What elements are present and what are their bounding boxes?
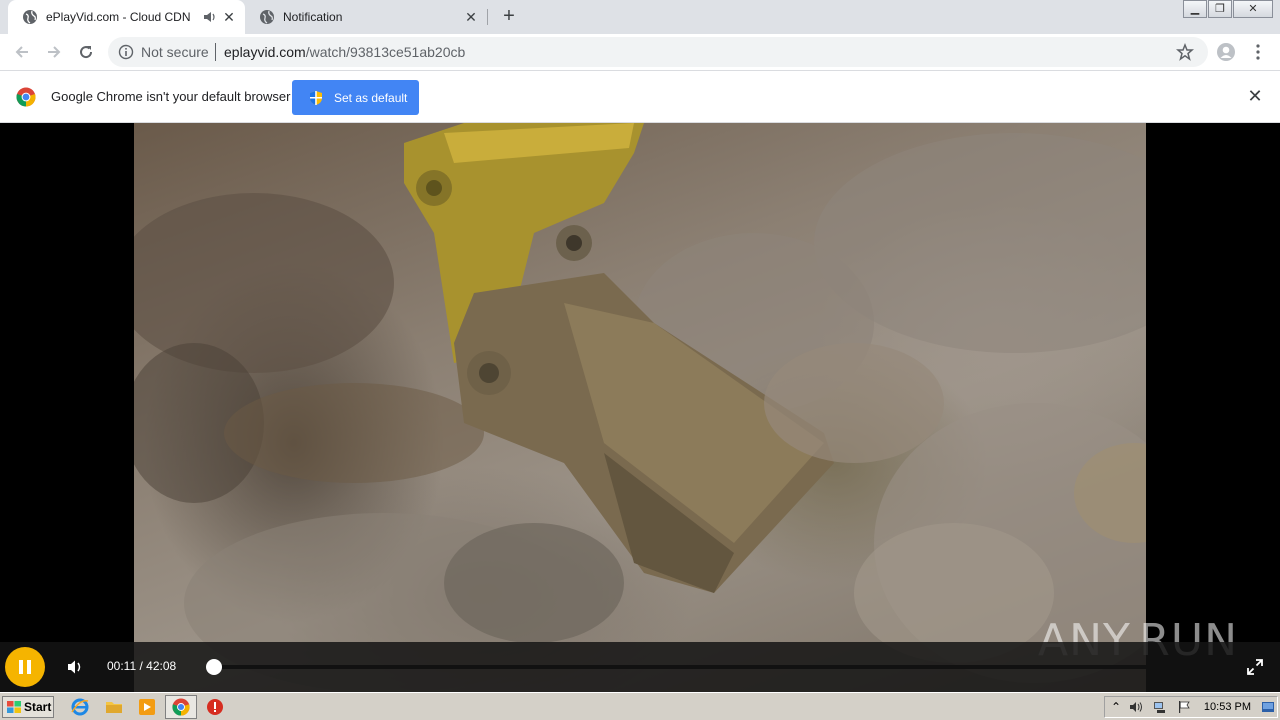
- url-separator: [215, 43, 216, 61]
- globe-icon: [23, 10, 37, 24]
- more-vertical-icon: [1256, 44, 1260, 60]
- show-hidden-icons-icon[interactable]: ⌃: [1111, 700, 1125, 714]
- system-tray: ⌃ 10:53 PM: [1104, 696, 1278, 718]
- arrow-left-icon: [15, 46, 28, 58]
- windows-flag-icon: [7, 701, 21, 713]
- video-frame[interactable]: [134, 123, 1146, 692]
- url-text[interactable]: eplayvid.com/watch/93813ce51ab20cb: [224, 44, 465, 60]
- folder-icon[interactable]: [104, 697, 124, 717]
- stop-sign-icon[interactable]: [205, 697, 225, 717]
- new-tab-button[interactable]: +: [498, 6, 520, 28]
- chrome-icon: [172, 698, 190, 716]
- security-label: Not secure: [141, 44, 209, 60]
- forward-button[interactable]: [42, 40, 66, 64]
- arrow-right-icon: [48, 46, 61, 58]
- tab-notification[interactable]: Notification ✕: [245, 0, 487, 34]
- address-bar[interactable]: Not secure eplayvid.com/watch/93813ce51a…: [108, 37, 1208, 67]
- close-window-button[interactable]: ✕: [1233, 0, 1273, 18]
- media-player-icon[interactable]: [137, 697, 157, 717]
- bookmark-star-icon[interactable]: [1176, 43, 1194, 61]
- globe-icon: [260, 10, 274, 24]
- minimize-button[interactable]: ▁: [1183, 0, 1207, 18]
- fullscreen-icon[interactable]: [1247, 659, 1263, 675]
- back-button[interactable]: [10, 40, 34, 64]
- menu-button[interactable]: [1246, 40, 1270, 64]
- shield-icon: [310, 90, 322, 105]
- speaker-icon[interactable]: [203, 10, 217, 24]
- excavator-scene: [134, 123, 1146, 692]
- taskbar-chrome-button[interactable]: [165, 695, 197, 719]
- show-desktop-icon[interactable]: [1261, 700, 1275, 714]
- start-button[interactable]: Start: [2, 696, 54, 718]
- network-icon[interactable]: [1153, 700, 1167, 714]
- volume-icon[interactable]: [66, 658, 84, 676]
- set-as-default-button[interactable]: Set as default: [292, 80, 419, 115]
- pause-icon: [19, 660, 23, 674]
- infobar-close-icon[interactable]: ✕: [1246, 87, 1264, 105]
- tab-strip: ePlayVid.com - Cloud CDN ✕ Notification …: [0, 0, 1280, 34]
- avatar-icon: [1217, 43, 1235, 61]
- seek-bar[interactable]: [205, 659, 1200, 675]
- pause-button[interactable]: [5, 647, 45, 687]
- url-domain: eplayvid.com: [224, 44, 306, 60]
- video-player[interactable]: [0, 123, 1280, 692]
- action-center-flag-icon[interactable]: [1177, 700, 1191, 714]
- tab-separator: [487, 9, 488, 25]
- time-display: 00:11 / 42:08: [107, 659, 177, 673]
- infobar-message: Google Chrome isn't your default browser: [51, 89, 291, 104]
- restore-button[interactable]: ❐: [1208, 0, 1232, 18]
- player-controls: 00:11 / 42:08: [0, 642, 1280, 692]
- reload-button[interactable]: [74, 40, 98, 64]
- profile-button[interactable]: [1214, 40, 1238, 64]
- url-path: /watch/93813ce51ab20cb: [305, 44, 466, 60]
- tab-close-icon[interactable]: ✕: [463, 9, 479, 25]
- info-icon[interactable]: [118, 44, 134, 60]
- start-label: Start: [24, 700, 52, 714]
- reload-icon: [80, 46, 93, 59]
- tab-close-icon[interactable]: ✕: [221, 9, 237, 25]
- seek-handle[interactable]: [205, 659, 222, 675]
- tab-title: Notification: [283, 10, 343, 24]
- chrome-logo-icon: [16, 87, 36, 107]
- internet-explorer-icon[interactable]: [70, 697, 90, 717]
- browser-toolbar: Not secure eplayvid.com/watch/93813ce51a…: [0, 34, 1280, 71]
- tab-eplayvid[interactable]: ePlayVid.com - Cloud CDN ✕: [8, 0, 245, 34]
- tab-title: ePlayVid.com - Cloud CDN: [46, 10, 191, 24]
- clock[interactable]: 10:53 PM: [1204, 701, 1251, 713]
- pause-icon-bar: [27, 660, 31, 674]
- set-as-default-label: Set as default: [334, 90, 408, 105]
- windows-taskbar: Start ⌃ 10:53 PM: [0, 692, 1280, 720]
- volume-tray-icon[interactable]: [1129, 700, 1143, 714]
- default-browser-infobar: Google Chrome isn't your default browser…: [0, 71, 1280, 123]
